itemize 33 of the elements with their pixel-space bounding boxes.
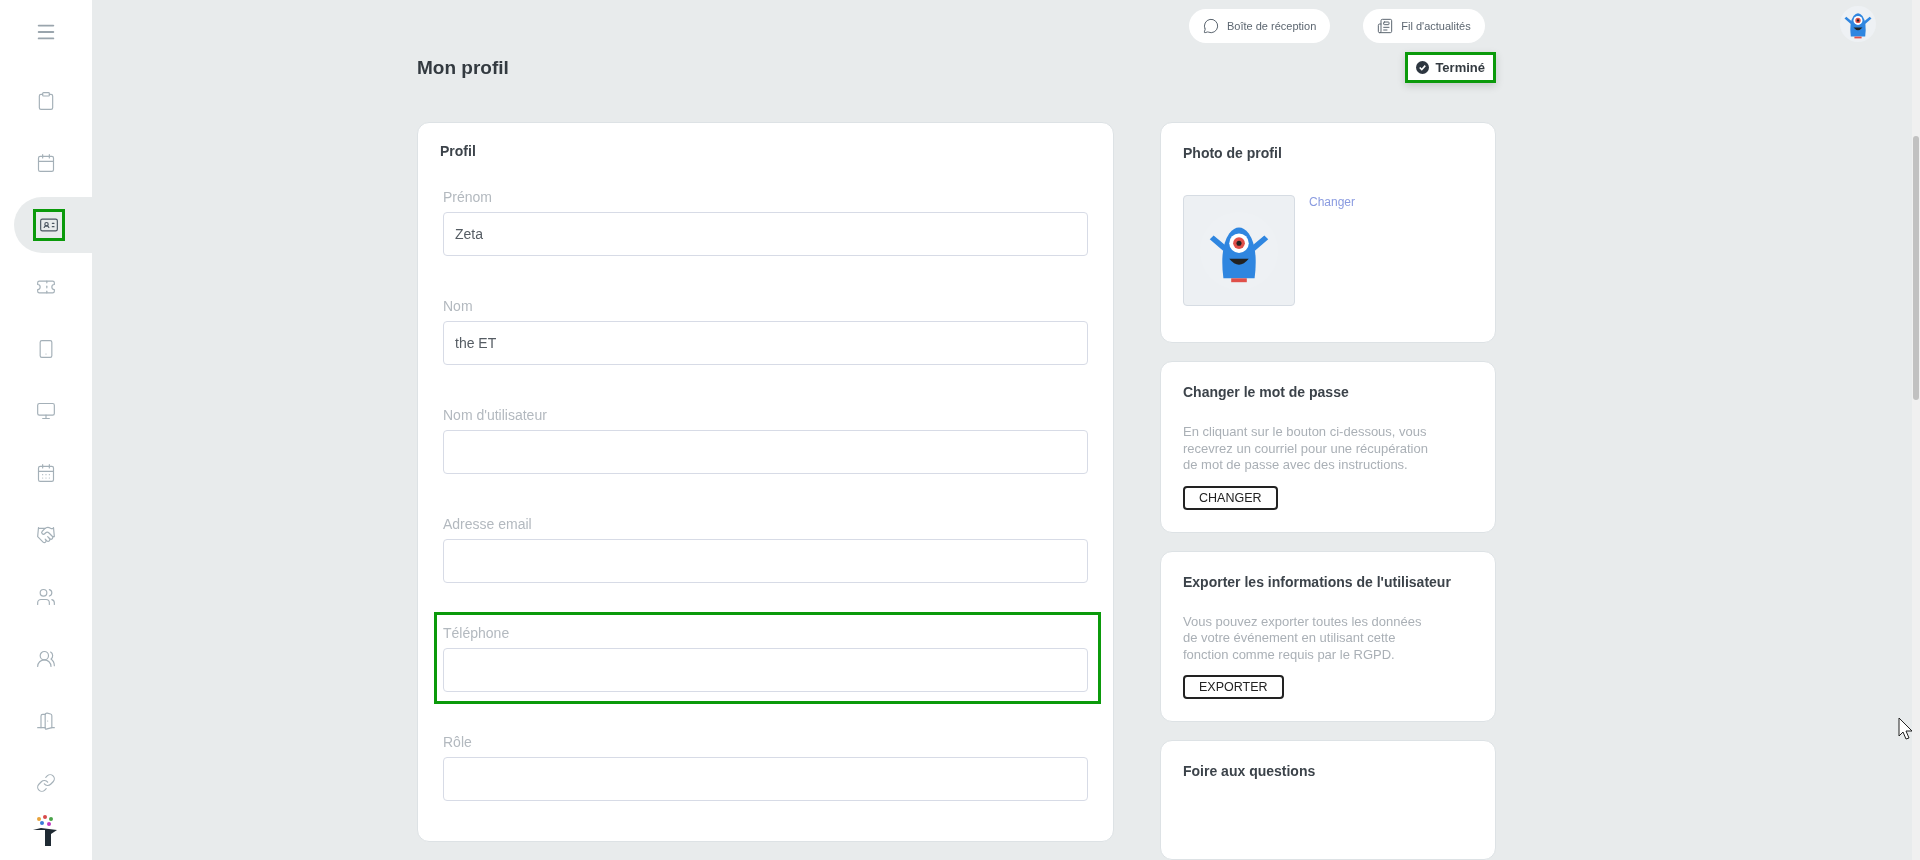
card-title: Photo de profil	[1183, 145, 1283, 161]
field-label: Rôle	[443, 734, 473, 750]
field-label: Téléphone	[443, 625, 511, 641]
card-title: Exporter les informations de l'utilisateur	[1183, 573, 1452, 590]
inbox-button[interactable]: Boîte de réception	[1189, 8, 1331, 43]
newspaper-icon	[1377, 17, 1394, 34]
field-label: Nom d'utilisateur	[443, 407, 548, 423]
card-description: En cliquant sur le bouton ci-dessous, vous recevrez un courriel pour une récupération de mot de passe avec des instructions.	[1183, 424, 1429, 474]
check-circle-icon	[1416, 61, 1430, 74]
card-title: Foire aux questions	[1183, 763, 1317, 779]
field-label: Adresse email	[443, 516, 533, 532]
input-field[interactable]	[443, 757, 1088, 801]
action-button[interactable]: EXPORTER	[1183, 675, 1284, 699]
field-label: Prénom	[443, 189, 494, 205]
input-field[interactable]	[443, 539, 1088, 583]
news-feed-button[interactable]: Fil d'actualités	[1363, 8, 1485, 43]
user-avatar	[1840, 5, 1876, 42]
done-button[interactable]: Terminé	[1405, 52, 1496, 83]
page-title: Mon profil	[417, 56, 509, 79]
input-field[interactable]	[443, 430, 1088, 474]
scrollbar-thumb[interactable]	[1913, 136, 1919, 400]
sidebar-item[interactable]	[14, 197, 92, 253]
card-title: Changer le mot de passe	[1183, 384, 1350, 400]
field-label: Nom	[443, 298, 474, 314]
card-description: Vous pouvez exporter toutes les données de votre événement en utilisant cette fonction comme requis par le RGPD.	[1183, 613, 1423, 663]
chat-bubble-icon	[1203, 17, 1219, 34]
input-field[interactable]	[443, 648, 1088, 692]
scrollbar[interactable]	[1912, 0, 1920, 860]
input-field[interactable]: the ET	[443, 321, 1088, 365]
action-button[interactable]: CHANGER	[1183, 485, 1278, 510]
input-field[interactable]: Zeta	[443, 212, 1088, 256]
card-title: Profil	[440, 143, 477, 159]
cursor-icon	[1898, 717, 1914, 741]
